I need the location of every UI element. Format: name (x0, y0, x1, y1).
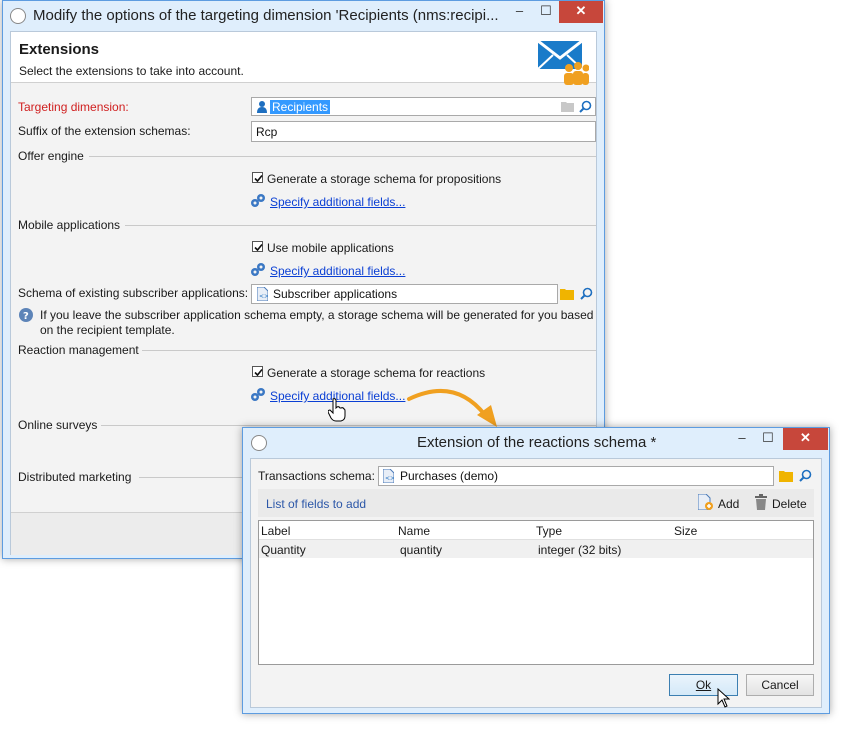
mobile-apps-checkbox-label[interactable]: Use mobile applications (267, 241, 394, 255)
gears-icon (250, 193, 267, 211)
reactions-checkbox-label[interactable]: Generate a storage schema for reactions (267, 366, 485, 380)
transactions-schema-value: Purchases (demo) (400, 469, 499, 483)
list-title: List of fields to add (266, 497, 367, 511)
page-subtitle: Select the extensions to take into accou… (19, 64, 244, 78)
close-button[interactable]: ✕ (783, 428, 828, 450)
trash-icon[interactable] (754, 494, 768, 513)
folder-icon[interactable] (560, 288, 574, 303)
gears-icon (250, 387, 267, 405)
main-window-title: Modify the options of the targeting dime… (33, 7, 499, 24)
gears-icon (250, 262, 267, 280)
offer-specify-fields-link[interactable]: Specify additional fields... (270, 195, 405, 209)
propositions-checkbox[interactable] (252, 172, 263, 183)
cancel-button[interactable]: Cancel (746, 674, 814, 696)
column-header-label[interactable]: Label (261, 524, 290, 538)
column-header-type[interactable]: Type (536, 524, 562, 538)
list-toolbar: List of fields to add Add Delete (258, 489, 814, 517)
offer-engine-divider (89, 156, 596, 157)
transactions-schema-field[interactable]: <> Purchases (demo) (378, 466, 774, 486)
maximize-button[interactable]: ☐ (755, 428, 781, 450)
suffix-value: Rcp (256, 125, 278, 139)
add-field-icon[interactable] (697, 493, 713, 513)
reactions-checkbox[interactable] (252, 366, 263, 377)
mobile-applications-divider (125, 225, 596, 226)
mobile-applications-section: Mobile applications (18, 218, 121, 232)
info-text-line1: If you leave the subscriber application … (40, 308, 594, 322)
delete-button[interactable]: Delete (772, 497, 807, 511)
cell-type: integer (32 bits) (538, 543, 622, 557)
subscriber-schema-field[interactable]: <> Subscriber applications (251, 284, 558, 304)
maximize-button[interactable]: ☐ (533, 1, 559, 23)
subscriber-schema-label: Schema of existing subscriber applicatio… (18, 286, 249, 300)
svg-text:<>: <> (259, 293, 268, 300)
propositions-checkbox-label[interactable]: Generate a storage schema for propositio… (267, 172, 501, 186)
svg-text:<>: <> (385, 475, 394, 482)
cell-label: Quantity (261, 543, 306, 557)
main-titlebar[interactable]: Modify the options of the targeting dime… (3, 1, 604, 31)
minimize-button[interactable]: – (506, 1, 533, 23)
schema-icon: <> (256, 286, 269, 304)
svg-text:?: ? (23, 311, 29, 322)
page-title: Extensions (19, 41, 100, 58)
app-logo-icon (10, 8, 26, 24)
arrow-cursor-icon (717, 687, 731, 711)
online-surveys-section: Online surveys (18, 418, 98, 432)
schema-icon: <> (382, 468, 395, 486)
person-icon (256, 100, 268, 116)
hand-cursor-icon (327, 398, 346, 425)
targeting-dimension-label: Targeting dimension: (18, 100, 129, 114)
add-button[interactable]: Add (718, 497, 739, 511)
offer-engine-section: Offer engine (18, 149, 84, 163)
ok-button-label: Ok (695, 678, 712, 692)
transactions-schema-label: Transactions schema: (258, 469, 375, 483)
distributed-marketing-section: Distributed marketing (18, 470, 132, 484)
suffix-input[interactable]: Rcp (251, 121, 596, 142)
cancel-button-label: Cancel (761, 678, 799, 692)
info-text-line2: on the recipient template. (40, 323, 175, 337)
targeting-dimension-field[interactable]: Recipients (251, 97, 596, 116)
cell-name: quantity (400, 543, 443, 557)
dialog-titlebar[interactable]: Extension of the reactions schema * – ☐ … (243, 428, 829, 458)
search-icon[interactable] (579, 100, 592, 116)
subscriber-schema-value: Subscriber applications (273, 287, 398, 301)
dialog-content: Transactions schema: <> Purchases (demo)… (250, 458, 822, 708)
folder-icon-disabled[interactable] (561, 101, 574, 115)
envelope-people-icon (537, 39, 590, 86)
dialog-title: Extension of the reactions schema * (417, 434, 657, 451)
column-header-name[interactable]: Name (398, 524, 430, 538)
search-icon[interactable] (580, 287, 593, 303)
column-header-size[interactable]: Size (674, 524, 697, 538)
online-surveys-divider (101, 425, 596, 426)
table-header: Label Name Type Size (259, 521, 813, 540)
reaction-management-section: Reaction management (18, 343, 139, 357)
reactions-schema-dialog: Extension of the reactions schema * – ☐ … (242, 427, 830, 714)
info-question-icon: ? (19, 308, 33, 325)
reaction-management-divider (142, 350, 596, 351)
mobile-specify-fields-link[interactable]: Specify additional fields... (270, 264, 405, 278)
table-row[interactable]: Quantity quantity integer (32 bits) (259, 540, 813, 558)
mobile-apps-checkbox[interactable] (252, 241, 263, 252)
minimize-button[interactable]: – (729, 428, 755, 450)
close-button[interactable]: ✕ (559, 1, 603, 23)
app-logo-icon (251, 435, 267, 451)
fields-table: Label Name Type Size Quantity quantity i… (258, 520, 814, 665)
header-band: Extensions Select the extensions to take… (11, 32, 596, 86)
suffix-label: Suffix of the extension schemas: (18, 124, 191, 138)
folder-icon[interactable] (779, 470, 793, 485)
search-icon[interactable] (799, 469, 812, 485)
targeting-dimension-value: Recipients (270, 100, 331, 114)
